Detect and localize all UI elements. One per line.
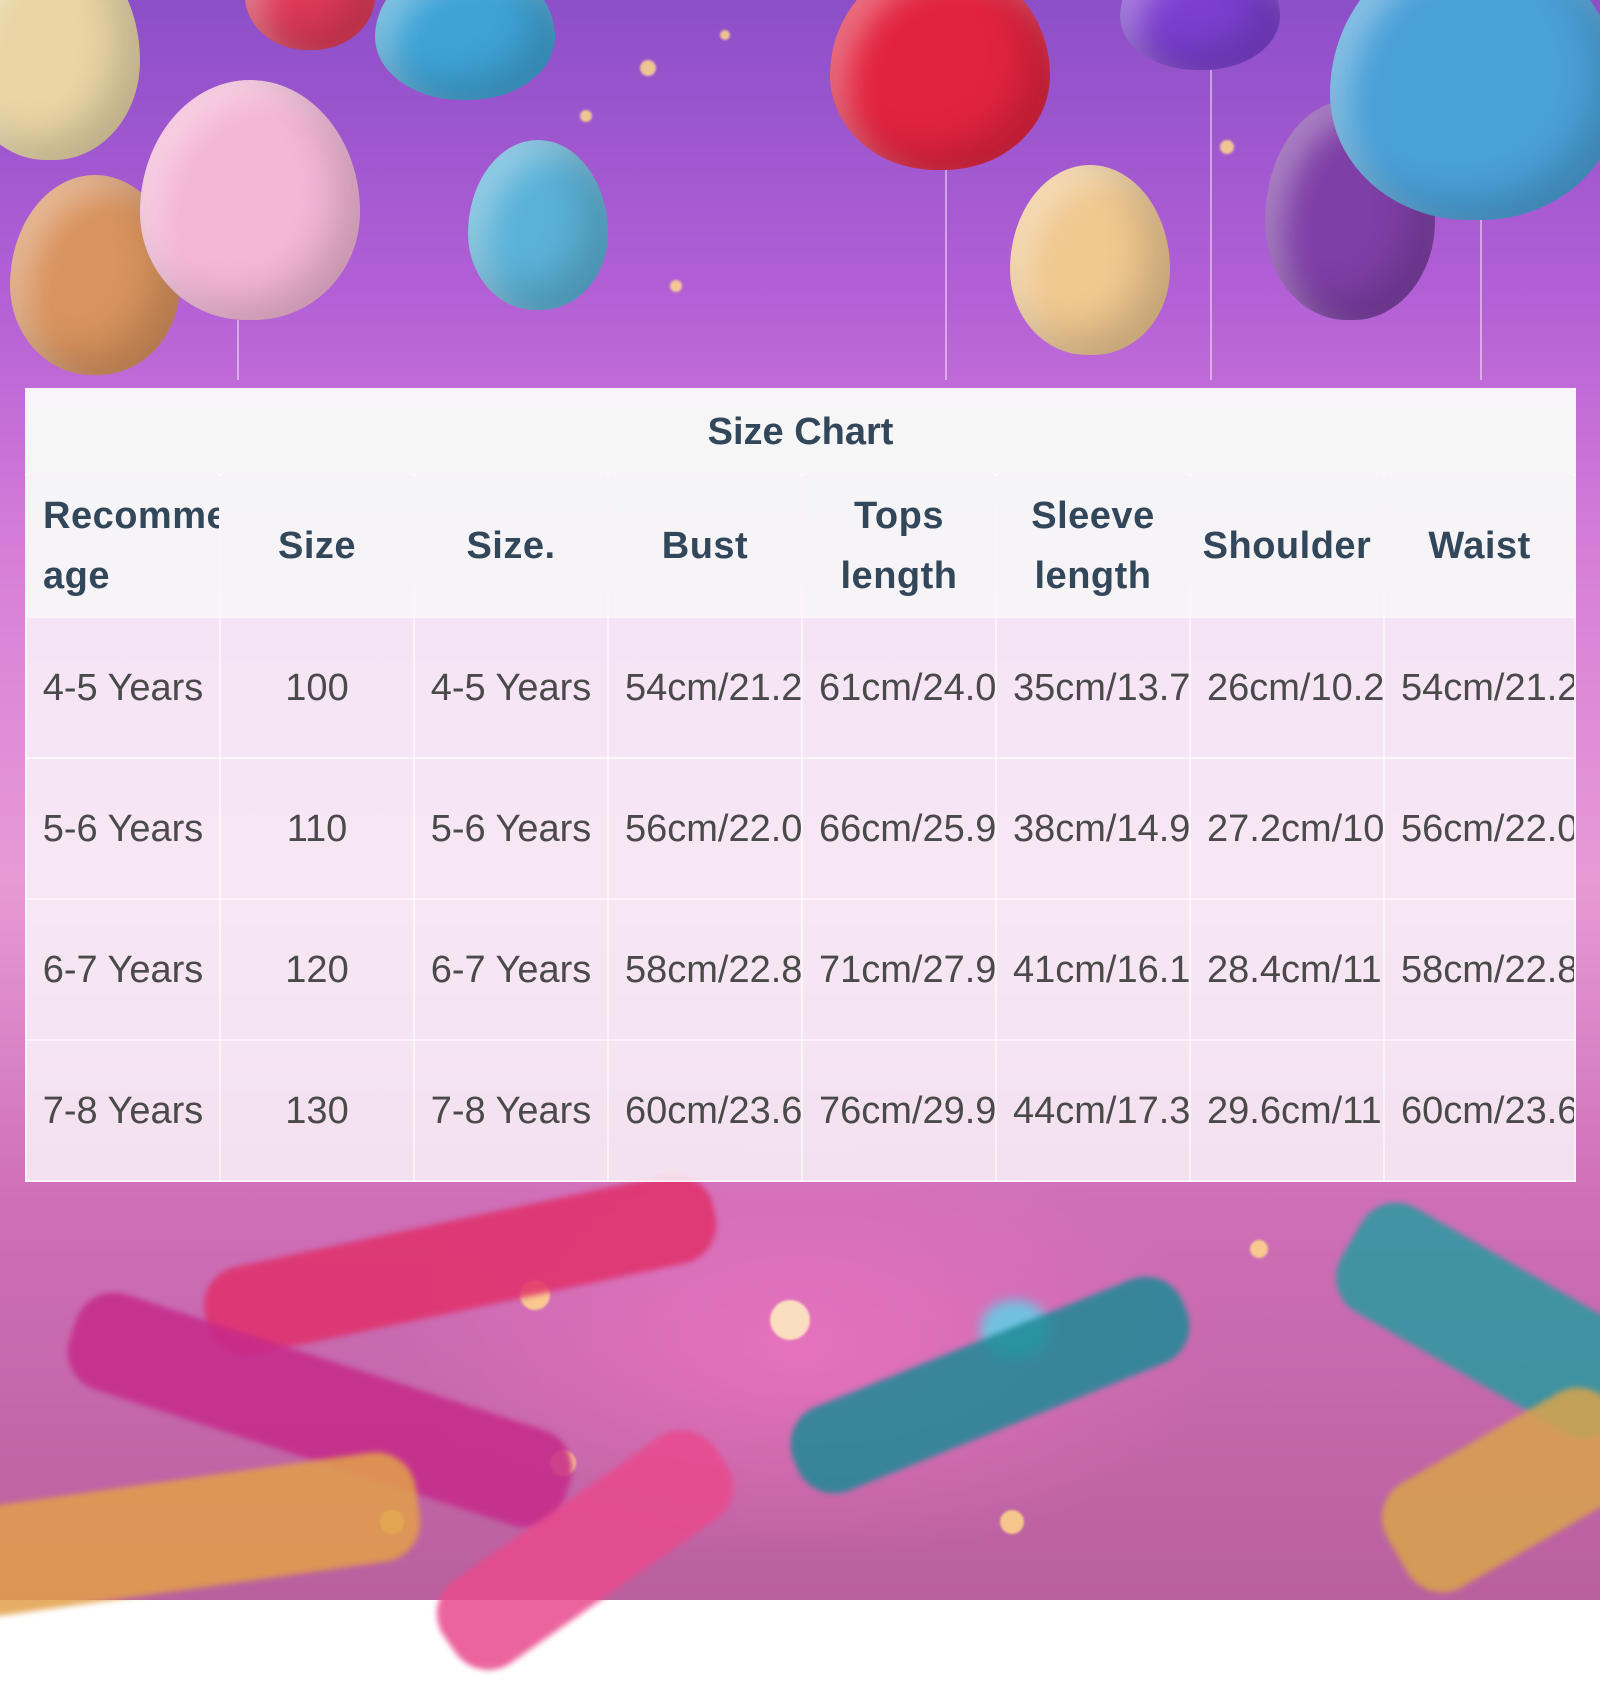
table-cell: 29.6cm/11.65" [1189,1039,1385,1182]
table-cell: 56cm/22.05" [607,757,803,900]
table-cell: 120 [219,898,415,1041]
column-header: Shoulder [1189,474,1385,618]
table-cell: 4-5 Years [25,616,221,759]
table-cell: 130 [219,1039,415,1182]
table-cell: 56cm/22.05" [1382,757,1577,900]
table-cell: 6-7 Years [25,898,221,1041]
chart-title: Size Chart [24,388,1577,476]
table-cell: 66cm/25.98" [801,757,997,900]
column-header: Recommended age [25,474,221,618]
ribbon-streamer [0,1447,426,1623]
balloon-shape [375,0,555,100]
table-cell: 26cm/10.24" [1189,616,1385,759]
ribbon-streamer [1367,1373,1600,1607]
confetti-dot [720,30,730,40]
confetti-dot [1000,1510,1024,1534]
table-cell: 6-7 Years [413,898,609,1041]
table-cell: 54cm/21.26" [1382,616,1577,759]
column-header: Size [219,474,415,618]
table-cell: 5-6 Years [413,757,609,900]
table-row: 6-7 Years 120 6-7 Years 58cm/22.83" 71cm… [25,898,1577,1041]
column-header: Sleeve length [995,474,1191,618]
balloon-shape [830,0,1050,170]
table-cell: 4-5 Years [413,616,609,759]
table-cell: 41cm/16.14" [995,898,1191,1041]
table-cell: 35cm/13.78" [995,616,1191,759]
balloon-shape [245,0,375,50]
table-cell: 44cm/17.32" [995,1039,1191,1182]
table-cell: 58cm/22.83" [607,898,803,1041]
size-chart-table: Size Chart Recommended age Size Size. Bu… [24,388,1577,1182]
table-cell: 60cm/23.62" [607,1039,803,1182]
column-header: Waist [1382,474,1577,618]
table-cell: 28.4cm/11.18" [1189,898,1385,1041]
balloon-shape [1120,0,1280,70]
confetti-dot [1250,1240,1268,1258]
balloon-shape [0,0,140,160]
table-cell: 27.2cm/10.71" [1189,757,1385,900]
balloon-shape [1010,165,1170,355]
confetti-dot [640,60,656,76]
table-cell: 5-6 Years [25,757,221,900]
table-cell: 110 [219,757,415,900]
balloon-shape [468,140,608,310]
balloon-string [237,320,239,380]
table-cell: 60cm/23.62" [1382,1039,1577,1182]
table-row: 4-5 Years 100 4-5 Years 54cm/21.26" 61cm… [25,616,1577,759]
balloon-string [945,170,947,380]
confetti-dot [770,1300,810,1340]
column-header: Tops length [801,474,997,618]
table-cell: 7-8 Years [25,1039,221,1182]
table-cell: 61cm/24.02" [801,616,997,759]
table-row: 7-8 Years 130 7-8 Years 60cm/23.62" 76cm… [25,1039,1577,1182]
column-header: Size. [413,474,609,618]
table-cell: 100 [219,616,415,759]
table-cell: 7-8 Years [413,1039,609,1182]
confetti-dot [580,110,592,122]
ribbon-streamer [778,1264,1202,1506]
balloon-shape [140,80,360,320]
table-cell: 38cm/14.96" [995,757,1191,900]
confetti-dot [1220,140,1234,154]
table-cell: 71cm/27.95" [801,898,997,1041]
balloon-string [1480,220,1482,380]
table-cell: 54cm/21.26" [607,616,803,759]
table-cell: 58cm/22.83" [1382,898,1577,1041]
table-row: 5-6 Years 110 5-6 Years 56cm/22.05" 66cm… [25,757,1577,900]
confetti-dot [670,280,682,292]
table-cell: 76cm/29.92" [801,1039,997,1182]
balloon-string [1210,70,1212,380]
column-header: Bust [607,474,803,618]
ribbon-streamer [196,1166,724,1364]
header-row: Recommended age Size Size. Bust Tops len… [25,474,1577,618]
